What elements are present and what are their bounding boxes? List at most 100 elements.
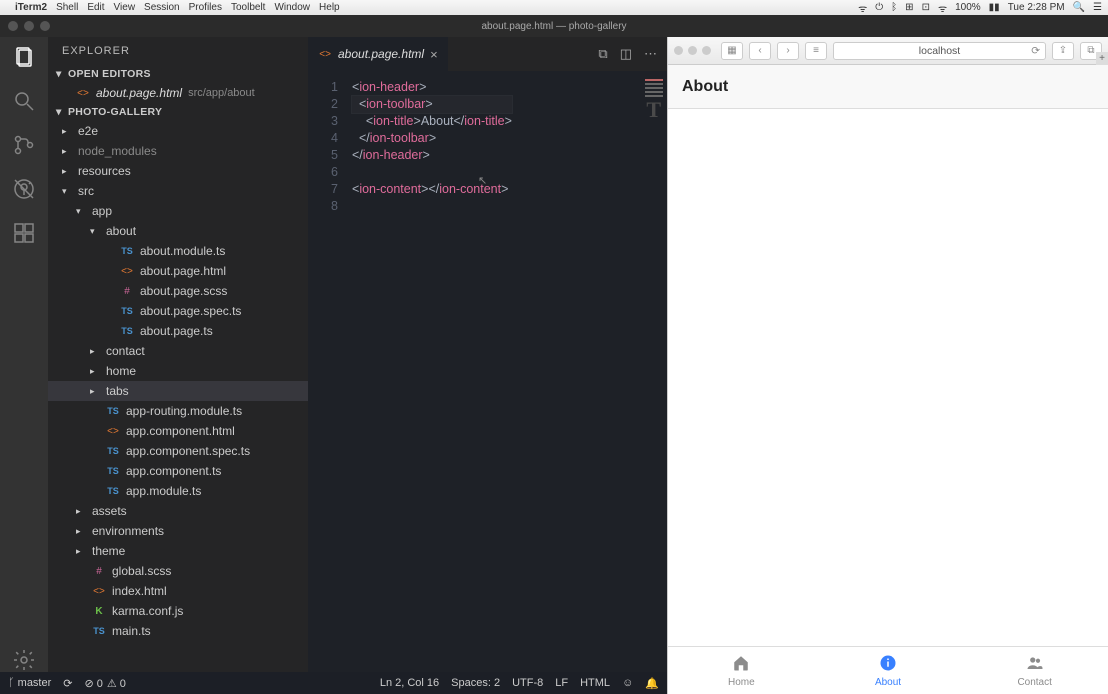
file-main.ts[interactable]: TSmain.ts [48,621,308,641]
folder-environments[interactable]: ▸environments [48,521,308,541]
menubar-status-item[interactable]: 🔍 [1073,2,1085,13]
sync-button[interactable]: ⟳ [63,677,72,690]
git-branch[interactable]: ᚴ master [8,677,51,689]
back-button[interactable]: ‹ [749,42,771,60]
menu-session[interactable]: Session [144,2,180,13]
ionic-tab-about[interactable]: About [815,647,962,694]
url-bar[interactable]: localhost ⟳ [833,42,1046,60]
menubar-status-item[interactable]: Tue 2:28 PM [1008,2,1065,13]
menubar-status-item[interactable]: ᯤ [938,1,947,15]
menu-view[interactable]: View [114,2,136,13]
file-global.scss[interactable]: #global.scss [48,561,308,581]
safari-minimize-button[interactable] [688,46,697,55]
file-app.component.spec.ts[interactable]: TSapp.component.spec.ts [48,441,308,461]
eol[interactable]: LF [555,677,568,689]
search-icon[interactable] [12,89,36,113]
folder-e2e[interactable]: ▸e2e [48,121,308,141]
file-index.html[interactable]: <>index.html [48,581,308,601]
menu-shell[interactable]: Shell [56,2,78,13]
tree-item-label: about.page.scss [140,284,227,298]
menu-help[interactable]: Help [319,2,340,13]
settings-gear-icon[interactable] [12,648,36,672]
file-about.page.ts[interactable]: TSabout.page.ts [48,321,308,341]
warnings-count[interactable]: ⚠ 0 [107,677,126,690]
errors-count[interactable]: ⊘ 0 [85,677,103,690]
file-about.page.scss[interactable]: #about.page.scss [48,281,308,301]
twist-icon: ▸ [62,146,72,157]
folder-app[interactable]: ▾app [48,201,308,221]
safari-close-button[interactable] [674,46,683,55]
folder-node_modules[interactable]: ▸node_modules [48,141,308,161]
reader-button[interactable]: ≡ [805,42,827,60]
new-tab-button[interactable]: + [1096,52,1108,66]
folder-assets[interactable]: ▸assets [48,501,308,521]
open-editors-section[interactable]: ▾OPEN EDITORS [48,65,308,83]
folder-resources[interactable]: ▸resources [48,161,308,181]
explorer-icon[interactable] [12,45,36,69]
share-button[interactable]: ⇪ [1052,42,1074,60]
safari-zoom-button[interactable] [702,46,711,55]
code-editor[interactable]: 12345678 <ion-header> <ion-toolbar> <ion… [308,75,667,672]
file-about.page.spec.ts[interactable]: TSabout.page.spec.ts [48,301,308,321]
file-app.module.ts[interactable]: TSapp.module.ts [48,481,308,501]
menubar-status-item[interactable]: ᯤ [858,1,867,15]
ionic-content[interactable] [668,109,1108,646]
compare-changes-icon[interactable]: ⧉ [598,46,607,62]
folder-home[interactable]: ▸home [48,361,308,381]
menubar-status-item[interactable]: 100% [955,2,981,13]
close-tab-button[interactable]: × [430,47,438,62]
menubar-status-item[interactable]: ⊡ [922,2,930,13]
home-icon [732,654,750,675]
zoom-window-button[interactable] [40,21,50,31]
sidebar-toggle-button[interactable]: ▦ [721,42,743,60]
menubar-status-item[interactable]: ☰ [1093,2,1102,13]
more-actions-icon[interactable]: ⋯ [644,46,657,62]
menu-profiles[interactable]: Profiles [189,2,222,13]
file-karma.conf.js[interactable]: Kkarma.conf.js [48,601,308,621]
safari-toolbar: ▦ ‹ › ≡ localhost ⟳ ⇪ ⧉ + [668,37,1108,65]
editor-tab[interactable]: <> about.page.html × [308,37,449,71]
ionic-tab-home[interactable]: Home [668,647,815,694]
notifications-icon[interactable]: 🔔 [645,677,659,690]
minimize-window-button[interactable] [24,21,34,31]
debug-icon[interactable] [12,177,36,201]
menubar-status-item[interactable]: ▮▮ [989,2,1000,13]
close-window-button[interactable] [8,21,18,31]
menu-toolbelt[interactable]: Toolbelt [231,2,265,13]
file-app.component.html[interactable]: <>app.component.html [48,421,308,441]
folder-about[interactable]: ▾about [48,221,308,241]
ts-file-icon: TS [120,326,134,336]
tree-item-label: app-routing.module.ts [126,404,242,418]
tree-item-label: resources [78,164,131,178]
tree-item-label: environments [92,524,164,538]
cursor-position[interactable]: Ln 2, Col 16 [380,677,439,689]
open-editor-path: src/app/about [188,87,255,99]
reload-icon[interactable]: ⟳ [1031,45,1040,57]
ionic-tab-contact[interactable]: Contact [961,647,1108,694]
menu-edit[interactable]: Edit [87,2,104,13]
file-about.module.ts[interactable]: TSabout.module.ts [48,241,308,261]
folder-tabs[interactable]: ▸tabs [48,381,308,401]
encoding[interactable]: UTF-8 [512,677,543,689]
menubar-status-item[interactable]: ⏻ [875,2,883,13]
menubar-status-item[interactable]: ⊞ [905,2,913,13]
open-editor-item[interactable]: <> about.page.html src/app/about [48,83,308,103]
indent-setting[interactable]: Spaces: 2 [451,677,500,689]
forward-button[interactable]: › [777,42,799,60]
source-control-icon[interactable] [12,133,36,157]
extensions-icon[interactable] [12,221,36,245]
menubar-status-item[interactable]: ᛒ [891,2,897,13]
feedback-icon[interactable]: ☺ [622,677,633,689]
language-mode[interactable]: HTML [580,677,610,689]
split-editor-icon[interactable]: ◫ [620,46,632,62]
project-section[interactable]: ▾PHOTO-GALLERY [48,103,308,121]
folder-contact[interactable]: ▸contact [48,341,308,361]
file-about.page.html[interactable]: <>about.page.html [48,261,308,281]
file-app.component.ts[interactable]: TSapp.component.ts [48,461,308,481]
folder-src[interactable]: ▾src [48,181,308,201]
folder-theme[interactable]: ▸theme [48,541,308,561]
app-menu[interactable]: iTerm2 [15,2,47,13]
menu-window[interactable]: Window [274,2,310,13]
karma-file-icon: K [92,606,106,617]
file-app-routing.module.ts[interactable]: TSapp-routing.module.ts [48,401,308,421]
